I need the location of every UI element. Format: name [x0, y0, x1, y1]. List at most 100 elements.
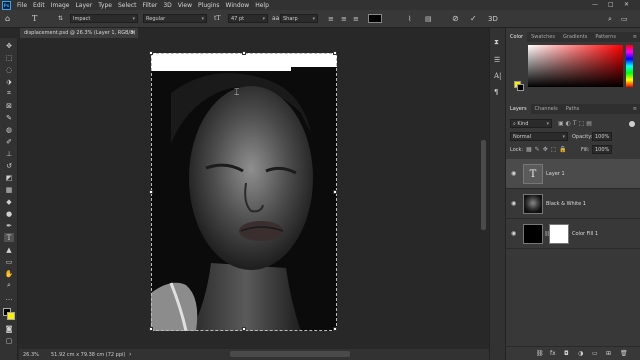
panel-menu-icon[interactable]: ≡ — [629, 104, 640, 114]
menu-3d[interactable]: 3D — [163, 2, 171, 9]
font-size-select[interactable]: 47 pt ▾ — [228, 14, 268, 23]
menu-view[interactable]: View — [178, 2, 192, 9]
menu-layer[interactable]: Layer — [75, 2, 92, 9]
blur-tool-icon[interactable]: ◆ — [4, 197, 14, 206]
path-selection-tool-icon[interactable]: ▲ — [4, 245, 14, 254]
more-tools-icon[interactable]: … — [4, 293, 14, 302]
object-selection-tool-icon[interactable]: ⬗ — [4, 77, 14, 86]
delete-layer-icon[interactable]: 🗑 — [620, 350, 628, 357]
transform-handle[interactable] — [149, 190, 153, 194]
align-left-icon[interactable]: ≡ — [328, 14, 334, 24]
text-orientation-icon[interactable]: ⇅ — [58, 14, 63, 24]
type-tool-icon[interactable]: T — [4, 233, 14, 242]
hand-tool-icon[interactable]: ✋ — [4, 269, 14, 278]
transform-handle[interactable] — [149, 51, 153, 55]
history-brush-tool-icon[interactable]: ↺ — [4, 161, 14, 170]
transform-handle[interactable] — [242, 327, 246, 331]
fill-field[interactable]: 100% — [592, 145, 612, 154]
menu-filter[interactable]: Filter — [143, 2, 158, 9]
tab-swatches[interactable]: Swatches — [527, 32, 559, 42]
menu-image[interactable]: Image — [51, 2, 70, 9]
eraser-tool-icon[interactable]: ◩ — [4, 173, 14, 182]
search-icon[interactable]: ⌕ — [608, 14, 612, 24]
adjustment-icon[interactable]: ◑ — [578, 350, 583, 357]
tab-paths[interactable]: Paths — [562, 104, 584, 114]
dodge-tool-icon[interactable]: ● — [4, 209, 14, 218]
background-color-swatch[interactable] — [7, 312, 15, 320]
workspace-icon[interactable]: ▭ — [621, 14, 628, 24]
lock-options-icons[interactable]: ▦✎✥⬚🔒 — [526, 146, 570, 153]
lasso-tool-icon[interactable]: ◌ — [4, 65, 14, 74]
transform-handle[interactable] — [242, 51, 246, 55]
font-style-select[interactable]: Regular ▾ — [143, 14, 207, 23]
3d-text-icon[interactable]: 3D — [488, 14, 498, 24]
transform-handle[interactable] — [333, 327, 337, 331]
maximize-icon[interactable]: □ — [608, 1, 614, 8]
document-tab[interactable]: displacement.psd @ 26.3% (Layer 1, RGB/8… — [20, 28, 138, 46]
quick-mask-icon[interactable]: ◙ — [4, 324, 14, 333]
rectangle-tool-icon[interactable]: ▭ — [4, 257, 14, 266]
menu-plugins[interactable]: Plugins — [198, 2, 220, 9]
layer-filter-icons[interactable]: ▣◐T⬚▤ — [558, 120, 594, 127]
transform-handle[interactable] — [333, 51, 337, 55]
zoom-level[interactable]: 26.3% — [23, 352, 39, 358]
artboard-tool-icon[interactable]: ⬚ — [4, 53, 14, 62]
filter-toggle-icon[interactable] — [629, 121, 635, 127]
layer-row-layer-1[interactable]: ◉ T Layer 1 — [506, 159, 640, 189]
font-family-select[interactable]: Impact ▾ — [70, 14, 138, 23]
menu-edit[interactable]: Edit — [33, 2, 45, 9]
clone-stamp-tool-icon[interactable]: ⊥ — [4, 149, 14, 158]
layer-filter-kind[interactable]: ⌕ Kind ▾ — [510, 119, 552, 128]
frame-tool-icon[interactable]: ⊠ — [4, 101, 14, 110]
character-panel-icon[interactable]: A| — [494, 72, 501, 80]
layer-row-color-fill[interactable]: ◉ ⛓ Color Fill 1 — [506, 219, 640, 249]
transform-bounding-box[interactable] — [149, 51, 337, 331]
transform-handle[interactable] — [333, 190, 337, 194]
eye-icon[interactable]: ◉ — [511, 170, 516, 177]
fx-icon[interactable]: fx — [550, 350, 556, 357]
blend-mode-select[interactable]: Normal ▾ — [510, 132, 568, 141]
menu-type[interactable]: Type — [98, 2, 112, 9]
minimize-icon[interactable]: — — [592, 1, 598, 8]
screen-mode-icon[interactable]: ▢ — [4, 336, 14, 345]
eye-icon[interactable]: ◉ — [511, 230, 516, 237]
tab-color[interactable]: Color — [506, 32, 528, 42]
tab-layers[interactable]: Layers — [506, 104, 531, 114]
tab-gradients[interactable]: Gradients — [559, 32, 591, 42]
move-tool-icon[interactable]: ✥ — [4, 41, 14, 50]
gradient-tool-icon[interactable]: ▦ — [4, 185, 14, 194]
tab-channels[interactable]: Channels — [531, 104, 562, 114]
antialias-select[interactable]: Sharp ▾ — [280, 14, 318, 23]
text-color-swatch[interactable] — [368, 14, 382, 23]
commit-check-icon[interactable]: ✓ — [470, 14, 477, 24]
pen-tool-icon[interactable]: ✒ — [4, 221, 14, 230]
warp-text-icon[interactable]: ⌇ — [408, 14, 411, 24]
horizontal-scrollbar[interactable] — [230, 351, 350, 357]
crop-tool-icon[interactable]: ⌗ — [4, 89, 14, 98]
link-layers-icon[interactable]: ⛓ — [536, 350, 544, 357]
panel-menu-icon[interactable]: ≡ — [629, 32, 640, 42]
close-window-icon[interactable]: ✕ — [624, 1, 629, 8]
paragraph-panel-icon[interactable]: ¶ — [494, 88, 498, 96]
type-tool-preset-icon[interactable]: T — [32, 14, 37, 24]
new-layer-icon[interactable]: ⊞ — [606, 350, 611, 357]
hue-slider[interactable] — [626, 45, 633, 87]
color-picker-field[interactable] — [528, 45, 623, 87]
align-center-icon[interactable]: ≡ — [341, 14, 347, 24]
menu-window[interactable]: Window — [226, 2, 250, 9]
zoom-tool-icon[interactable]: ⌕ — [4, 281, 14, 290]
layer-row-black-white[interactable]: ◉ Black & White 1 — [506, 189, 640, 219]
healing-brush-tool-icon[interactable]: ◍ — [4, 125, 14, 134]
new-group-icon[interactable]: ▭ — [592, 350, 598, 357]
eye-icon[interactable]: ◉ — [511, 200, 516, 207]
transform-handle[interactable] — [149, 327, 153, 331]
menu-file[interactable]: File — [17, 2, 27, 9]
align-right-icon[interactable]: ≡ — [353, 14, 359, 24]
brush-tool-icon[interactable]: ✐ — [4, 137, 14, 146]
menu-select[interactable]: Select — [118, 2, 137, 9]
vertical-scrollbar[interactable] — [481, 140, 486, 230]
home-icon[interactable]: ⌂ — [5, 14, 10, 24]
add-mask-icon[interactable]: ◘ — [564, 350, 569, 357]
properties-panel-icon[interactable]: ☰ — [494, 56, 500, 64]
status-arrow-icon[interactable]: › — [129, 351, 131, 358]
